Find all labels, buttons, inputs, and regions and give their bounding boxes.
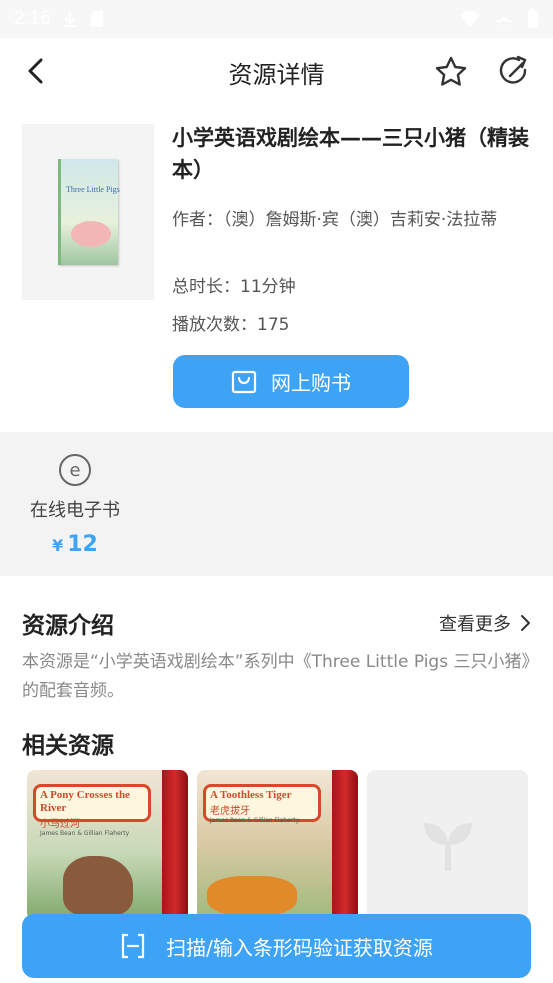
resource-info: Three Little Pigs 小学英语戏剧绘本——三只小猪（精装本） 作者… bbox=[0, 106, 553, 432]
shopping-bag-icon bbox=[231, 370, 257, 393]
ebook-label: 在线电子书 bbox=[30, 500, 120, 521]
related-item[interactable]: A Pony Crosses the River 小马过河 James Bean… bbox=[27, 770, 188, 920]
view-more-link[interactable]: 查看更多 bbox=[439, 610, 531, 636]
author-value: （澳）詹姆斯·宾（澳）吉莉安·法拉蒂 bbox=[223, 210, 498, 230]
sprout-placeholder-icon bbox=[423, 823, 472, 871]
related-item-title-cn: 老虎拔牙 bbox=[210, 806, 250, 817]
ebook-icon: e bbox=[59, 454, 91, 486]
related-heading: 相关资源 bbox=[22, 733, 114, 759]
pig-illustration bbox=[71, 221, 111, 247]
ebook-card[interactable]: e 在线电子书 ¥12 bbox=[22, 454, 128, 557]
book-play-count: 播放次数：175 bbox=[172, 311, 532, 340]
related-item-authors: James Bean & Gillian Flaherty bbox=[40, 830, 130, 837]
view-more-label: 查看更多 bbox=[439, 614, 511, 635]
page-title: 资源详情 bbox=[228, 60, 325, 89]
buy-book-button[interactable]: 网上购书 bbox=[173, 355, 409, 408]
top-navigation-bar: 资源详情 bbox=[0, 38, 553, 106]
ebook-price: ¥12 bbox=[52, 532, 98, 557]
battery-icon bbox=[528, 9, 538, 28]
notification-icons bbox=[61, 10, 105, 28]
book-cover[interactable]: Three Little Pigs bbox=[22, 124, 154, 300]
stage-curtain bbox=[162, 770, 188, 920]
cover-title: Three Little Pigs bbox=[66, 185, 120, 194]
sd-card-icon bbox=[90, 11, 103, 27]
chevron-left-icon bbox=[28, 58, 43, 84]
status-bar: 2:16 bbox=[0, 0, 553, 38]
plays-value: 175 bbox=[257, 315, 290, 335]
related-item-title-en: A Pony Crosses the River bbox=[40, 789, 130, 814]
book-duration: 总时长：11分钟 bbox=[172, 273, 532, 302]
related-item-title-en: A Toothless Tiger bbox=[210, 789, 292, 801]
scan-barcode-button[interactable]: 扫描/输入条形码验证获取资源 bbox=[22, 914, 531, 978]
tiger-illustration bbox=[207, 876, 297, 916]
related-item-title-sign: A Toothless Tiger 老虎拔牙 James Bean & Gill… bbox=[203, 784, 321, 824]
stage-curtain bbox=[332, 770, 358, 920]
related-resources-list: A Pony Crosses the River 小马过河 James Bean… bbox=[27, 770, 537, 920]
favorite-button[interactable] bbox=[433, 54, 469, 90]
book-title: 小学英语戏剧绘本——三只小猪（精装本） bbox=[172, 126, 529, 182]
price-value: 12 bbox=[67, 532, 98, 557]
wifi-icon bbox=[460, 11, 480, 27]
ebook-section: e 在线电子书 ¥12 bbox=[0, 432, 553, 576]
back-button[interactable] bbox=[18, 54, 52, 88]
intro-heading: 资源介绍 bbox=[22, 613, 114, 639]
currency-symbol: ¥ bbox=[52, 536, 64, 555]
status-time: 2:16 bbox=[14, 8, 51, 29]
scan-icon bbox=[122, 933, 145, 959]
author-label: 作者： bbox=[172, 210, 223, 230]
airplane-icon bbox=[497, 11, 511, 27]
buy-book-label: 网上购书 bbox=[271, 371, 351, 395]
pony-illustration bbox=[63, 856, 133, 916]
book-author: 作者：（澳）詹姆斯·宾（澳）吉莉安·法拉蒂 bbox=[172, 206, 532, 235]
related-item-authors: James Bean & Gillian Flaherty bbox=[210, 817, 300, 824]
duration-label: 总时长： bbox=[172, 277, 240, 297]
share-icon bbox=[499, 55, 527, 84]
system-icons bbox=[459, 9, 539, 29]
related-item-title-cn: 小马过河 bbox=[40, 819, 80, 830]
download-icon bbox=[63, 12, 76, 27]
scan-barcode-label: 扫描/输入条形码验证获取资源 bbox=[166, 935, 433, 960]
related-item-title-sign: A Pony Crosses the River 小马过河 James Bean… bbox=[33, 784, 151, 837]
star-icon bbox=[435, 56, 467, 86]
chevron-right-icon bbox=[521, 615, 530, 631]
related-item[interactable]: A Toothless Tiger 老虎拔牙 James Bean & Gill… bbox=[197, 770, 358, 920]
intro-text: 本资源是“小学英语戏剧绘本”系列中《Three Little Pigs 三只小猪… bbox=[22, 652, 530, 701]
duration-value: 11分钟 bbox=[240, 277, 296, 297]
related-item-placeholder[interactable] bbox=[367, 770, 528, 920]
share-button[interactable] bbox=[496, 54, 532, 90]
book-cover-image: Three Little Pigs bbox=[58, 159, 120, 265]
plays-label: 播放次数： bbox=[172, 315, 257, 335]
